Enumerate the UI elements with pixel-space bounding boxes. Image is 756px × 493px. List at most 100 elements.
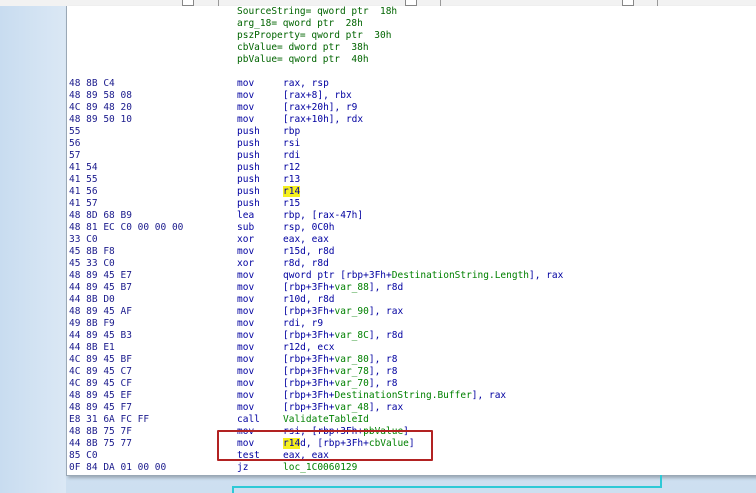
operands: loc_1C0060129 (283, 462, 357, 474)
var-decl-text: SourceString= qword ptr 18h (237, 6, 397, 18)
symbol-reference[interactable]: loc_1C0060129 (283, 462, 357, 473)
operand-token: rax (488, 390, 507, 401)
opcode-bytes: 4C 89 45 CF (69, 378, 132, 389)
operands: rdi, r9 (283, 318, 324, 329)
mnemonic: mov (237, 318, 255, 329)
mnemonic: push (237, 174, 260, 185)
var-name[interactable]: arg_18 (237, 18, 271, 29)
opcode-bytes: 48 89 50 10 (69, 114, 132, 125)
opcode-bytes: 48 8D 68 B9 (69, 210, 132, 221)
mnemonic: mov (237, 354, 255, 365)
operand-token: rdi (283, 150, 301, 161)
mnemonic: mov (237, 402, 255, 413)
mnemonic: push (237, 186, 260, 197)
opcode-bytes: 48 8B C4 (69, 78, 115, 89)
operand-token: r8d (283, 258, 301, 269)
operand-token: r8d (311, 258, 329, 269)
opcode-bytes: 48 89 58 08 (69, 90, 132, 101)
opcode-bytes: 45 8B F8 (69, 246, 115, 257)
opcode-bytes: 41 54 (69, 162, 98, 173)
var-type: = qword ptr 28h (271, 18, 363, 29)
operand-token: rbx (334, 90, 352, 101)
opcode-bytes: 0F 84 DA 01 00 00 (69, 462, 167, 473)
symbol-reference[interactable]: var_48 (335, 402, 369, 413)
disassembly-view[interactable]: SourceString= qword ptr 18h arg_18= qword… (66, 6, 756, 476)
operand-token: rbp (288, 330, 306, 341)
symbol-reference[interactable]: var_70 (335, 378, 369, 389)
operands: rsi (283, 138, 300, 150)
operand-token: r8 (386, 366, 398, 377)
opcode-bytes: 57 (69, 150, 81, 161)
var-decl-text: pszProperty= qword ptr 30h (237, 30, 391, 42)
operands: [rax+10h], rdx (283, 114, 364, 125)
operand-token: r8d (317, 294, 335, 305)
operand-token: r15d (283, 246, 306, 257)
symbol-reference[interactable]: var_90 (335, 306, 369, 317)
var-name[interactable]: cbValue (237, 42, 277, 53)
symbol-reference[interactable]: ValidateTableId (283, 414, 369, 425)
operands: r8d, r8d (283, 258, 329, 269)
operands: [rbp+3Fh+var_8C], r8d (283, 330, 404, 341)
mnemonic: lea (237, 210, 255, 221)
operand-token: rdi (283, 318, 301, 329)
operands: r12d, ecx (283, 342, 335, 353)
operands: rax, rsp (283, 78, 329, 89)
operands: [rax+20h], r9 (283, 102, 358, 113)
operand-token: rax (288, 114, 306, 125)
left-panel-background (0, 6, 66, 493)
var-name[interactable]: pszProperty (237, 30, 300, 41)
mnemonic: jz (237, 462, 249, 473)
mnemonic: xor (237, 258, 255, 269)
operand-token: r10d (283, 294, 306, 305)
operand-token: rax (386, 402, 404, 413)
operands: [rbp+3Fh+var_48], rax (283, 402, 404, 413)
opcode-bytes: 44 89 45 B3 (69, 330, 132, 341)
mnemonic: mov (237, 390, 255, 401)
symbol-reference[interactable]: var_80 (335, 354, 369, 365)
highlighted-register[interactable]: r14 (283, 186, 301, 197)
operand-token: rax (317, 210, 335, 221)
operands: [rax+8], rbx (283, 90, 352, 101)
opcode-bytes: 48 89 45 AF (69, 306, 132, 317)
operand-token: eax (311, 234, 329, 245)
opcode-bytes: 44 89 45 B7 (69, 282, 132, 293)
opcode-bytes: 48 81 EC C0 00 00 00 (69, 222, 184, 233)
opcode-bytes: 4C 89 48 20 (69, 102, 132, 113)
symbol-reference[interactable]: DestinationString.Buffer (335, 390, 472, 401)
mnemonic: mov (237, 378, 255, 389)
operands: r10d, r8d (283, 294, 335, 305)
opcode-bytes: E8 31 6A FC FF (69, 414, 150, 425)
operand-token: rdx (345, 114, 364, 125)
symbol-reference[interactable]: var_78 (335, 366, 369, 377)
operand-token: rax (288, 102, 306, 113)
opcode-bytes: 55 (69, 126, 81, 137)
operand-token: rsp (311, 78, 329, 89)
var-name[interactable]: pbValue (237, 54, 277, 65)
symbol-reference[interactable]: DestinationString.Length (392, 270, 529, 281)
operands: r14 (283, 186, 301, 198)
operands: [rbp+3Fh+var_90], rax (283, 306, 404, 317)
var-decl-text: arg_18= qword ptr 28h (237, 18, 363, 30)
opcode-bytes: 44 8B E1 (69, 342, 115, 353)
operand-token: rbp (283, 126, 301, 137)
operand-token: ecx (317, 342, 335, 353)
operands: [rbp+3Fh+var_80], r8 (283, 354, 398, 365)
symbol-reference[interactable]: var_8C (335, 330, 369, 341)
opcode-bytes: 85 C0 (69, 450, 98, 461)
opcode-bytes: 48 89 45 EF (69, 390, 132, 401)
operand-token: rbp (288, 282, 306, 293)
mnemonic: mov (237, 114, 255, 125)
operands: [rbp+3Fh+var_88], r8d (283, 282, 404, 293)
symbol-reference[interactable]: var_88 (335, 282, 369, 293)
mnemonic: push (237, 138, 260, 149)
opcode-bytes: 48 8B 75 7F (69, 426, 132, 437)
operand-token: rbp (288, 390, 306, 401)
mnemonic: sub (237, 222, 255, 233)
opcode-bytes: 56 (69, 138, 81, 149)
flow-arrow-line (232, 486, 660, 488)
operands: qword ptr [rbp+3Fh+DestinationString.Len… (283, 270, 564, 281)
mnemonic: push (237, 150, 260, 161)
var-name[interactable]: SourceString (237, 6, 306, 17)
operands: r15 (283, 198, 300, 210)
operand-token: rbp (345, 270, 364, 281)
